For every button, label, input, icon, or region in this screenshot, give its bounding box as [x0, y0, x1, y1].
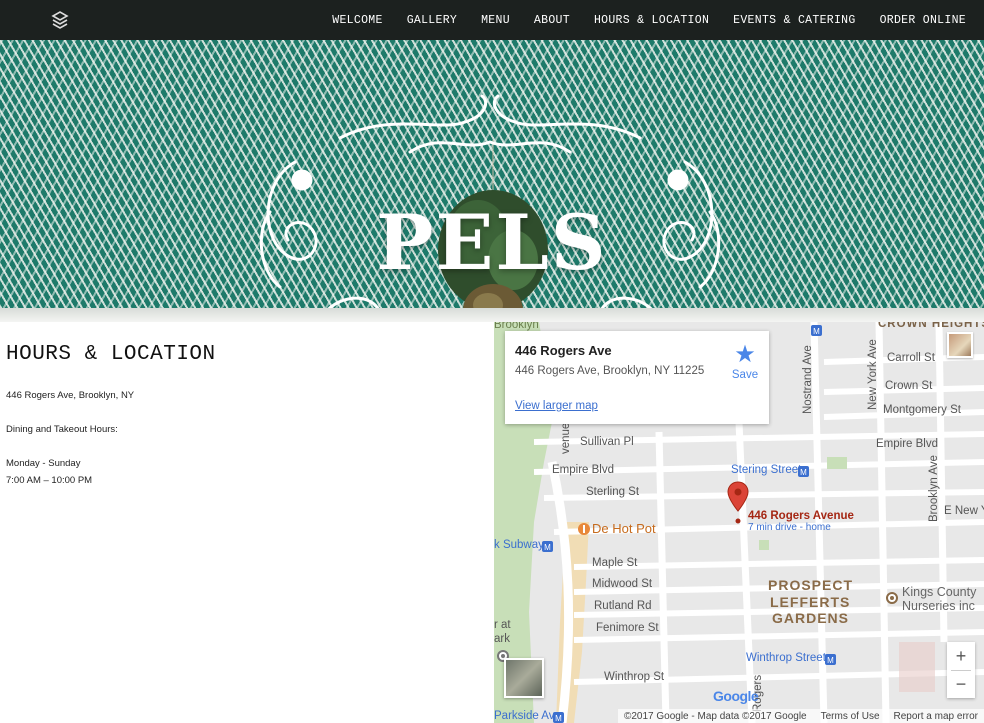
main-nav: WELCOME GALLERY MENU ABOUT HOURS & LOCAT… — [332, 0, 966, 40]
map-label-maple-st: Maple St — [592, 557, 638, 569]
top-nav-bar: WELCOME GALLERY MENU ABOUT HOURS & LOCAT… — [0, 0, 984, 40]
hours-text: 7:00 AM – 10:00 PM — [6, 475, 93, 486]
nav-menu[interactable]: MENU — [481, 14, 510, 27]
save-button[interactable]: ★ Save — [727, 341, 763, 382]
map-label-e-new-york: E New Y — [944, 505, 984, 517]
map-label-sterling-st: Sterling St — [586, 486, 640, 498]
subway-station-icon: M — [811, 325, 822, 336]
map-label-empire-blvd-east: Empire Blvd — [876, 438, 938, 450]
save-label: Save — [731, 369, 759, 381]
map-label-nurseries: Nurseries inc — [902, 599, 975, 613]
map-label-winthrop-st: Winthrop St — [604, 671, 665, 683]
map-label-fenimore-st: Fenimore St — [596, 622, 659, 634]
place-poi-icon[interactable] — [886, 592, 898, 604]
map-label-nostrand-ave: Nostrand Ave — [802, 345, 814, 414]
restaurant-poi-icon[interactable] — [578, 523, 590, 535]
hours-label: Dining and Takeout Hours: — [6, 424, 118, 435]
map-label-gardens: GARDENS — [772, 610, 850, 626]
map-label-lefferts: LEFFERTS — [770, 594, 851, 610]
map-label-ark: ark — [494, 633, 510, 645]
map-label-crown-st: Crown St — [885, 380, 933, 392]
hours-location-panel: HOURS & LOCATION 446 Rogers Ave, Brookly… — [0, 322, 494, 723]
pin-title: 446 Rogers Avenue — [748, 510, 854, 522]
zoom-in-button[interactable]: + — [947, 642, 975, 670]
map-label-subway: k Subway — [494, 539, 544, 551]
map-label-rutland-rd: Rutland Rd — [594, 600, 652, 612]
place-photo-thumbnail[interactable] — [947, 332, 973, 358]
map-copyright: ©2017 Google - Map data ©2017 Google — [623, 710, 807, 722]
zoom-controls: + − — [947, 642, 975, 698]
nav-hours-location[interactable]: HOURS & LOCATION — [594, 14, 709, 27]
hero-banner: PELS — [0, 40, 984, 322]
page-title: HOURS & LOCATION — [6, 343, 216, 366]
map-label-new-york-ave: New York Ave — [867, 339, 879, 410]
view-larger-map-link[interactable]: View larger map — [515, 400, 598, 412]
site-logo-icon[interactable] — [50, 10, 70, 30]
map-label-winthrop-station: Winthrop Street — [746, 652, 826, 664]
nav-order-online[interactable]: ORDER ONLINE — [880, 14, 966, 27]
nav-welcome[interactable]: WELCOME — [332, 14, 382, 27]
map-label-carroll-st: Carroll St — [887, 352, 935, 364]
map-label-venue: venue — [560, 422, 572, 454]
report-map-error-link[interactable]: Report a map error — [894, 711, 978, 722]
map-label-crown-heights: CROWN HEIGHTS — [878, 322, 984, 330]
map-label-prospect: PROSPECT — [768, 577, 854, 593]
nav-gallery[interactable]: GALLERY — [407, 14, 457, 27]
nav-about[interactable]: ABOUT — [534, 14, 570, 27]
pin-subtitle: 7 min drive - home — [748, 522, 831, 533]
map-label-montgomery-st: Montgomery St — [883, 404, 961, 416]
map-label-sterling-station: Stering Street — [731, 464, 802, 476]
nav-events-catering[interactable]: EVENTS & CATERING — [733, 14, 855, 27]
place-title: 446 Rogers Ave — [515, 343, 612, 358]
map-footer: ©2017 Google - Map data ©2017 Google Ter… — [617, 709, 984, 723]
svg-text:M: M — [555, 714, 562, 723]
map-label-parkside: Parkside Av — [494, 710, 555, 722]
map-info-card: 446 Rogers Ave 446 Rogers Ave, Brooklyn,… — [505, 331, 769, 424]
address-text: 446 Rogers Ave, Brooklyn, NY — [6, 390, 135, 401]
subway-station-icon: M — [542, 541, 553, 552]
star-icon: ★ — [734, 341, 756, 368]
map-label-kings-county: Kings County — [902, 585, 977, 599]
satellite-view-toggle[interactable] — [504, 658, 544, 698]
map-label-midwood-st: Midwood St — [592, 578, 653, 590]
place-address: 446 Rogers Ave, Brooklyn, NY 11225 — [515, 365, 705, 377]
subway-station-icon: M — [553, 712, 564, 723]
svg-text:M: M — [813, 327, 820, 336]
zoom-out-button[interactable]: − — [947, 670, 975, 698]
svg-text:M: M — [544, 543, 551, 552]
svg-text:M: M — [800, 468, 807, 477]
subway-station-icon: M — [825, 654, 836, 665]
map-label-sullivan-pl: Sullivan Pl — [580, 436, 634, 448]
svg-text:M: M — [827, 656, 834, 665]
days-text: Monday - Sunday — [6, 458, 81, 469]
google-logo: Google — [713, 688, 759, 704]
embedded-map[interactable]: Brooklyn CROWN HEIGHTS Carroll St Crown … — [494, 322, 984, 723]
map-label-brooklyn: Brooklyn — [494, 322, 539, 331]
subway-station-icon: M — [798, 466, 809, 477]
map-label-empire-blvd-west: Empire Blvd — [552, 464, 614, 476]
location-pin-icon[interactable] — [727, 481, 749, 525]
hero-title: PELS — [376, 198, 608, 287]
map-label-brooklyn-ave: Brooklyn Ave — [928, 455, 940, 522]
map-label-de-hot-pot: De Hot Pot — [592, 521, 656, 536]
terms-of-use-link[interactable]: Terms of Use — [821, 711, 880, 722]
map-label-r-at: r at — [494, 619, 511, 631]
